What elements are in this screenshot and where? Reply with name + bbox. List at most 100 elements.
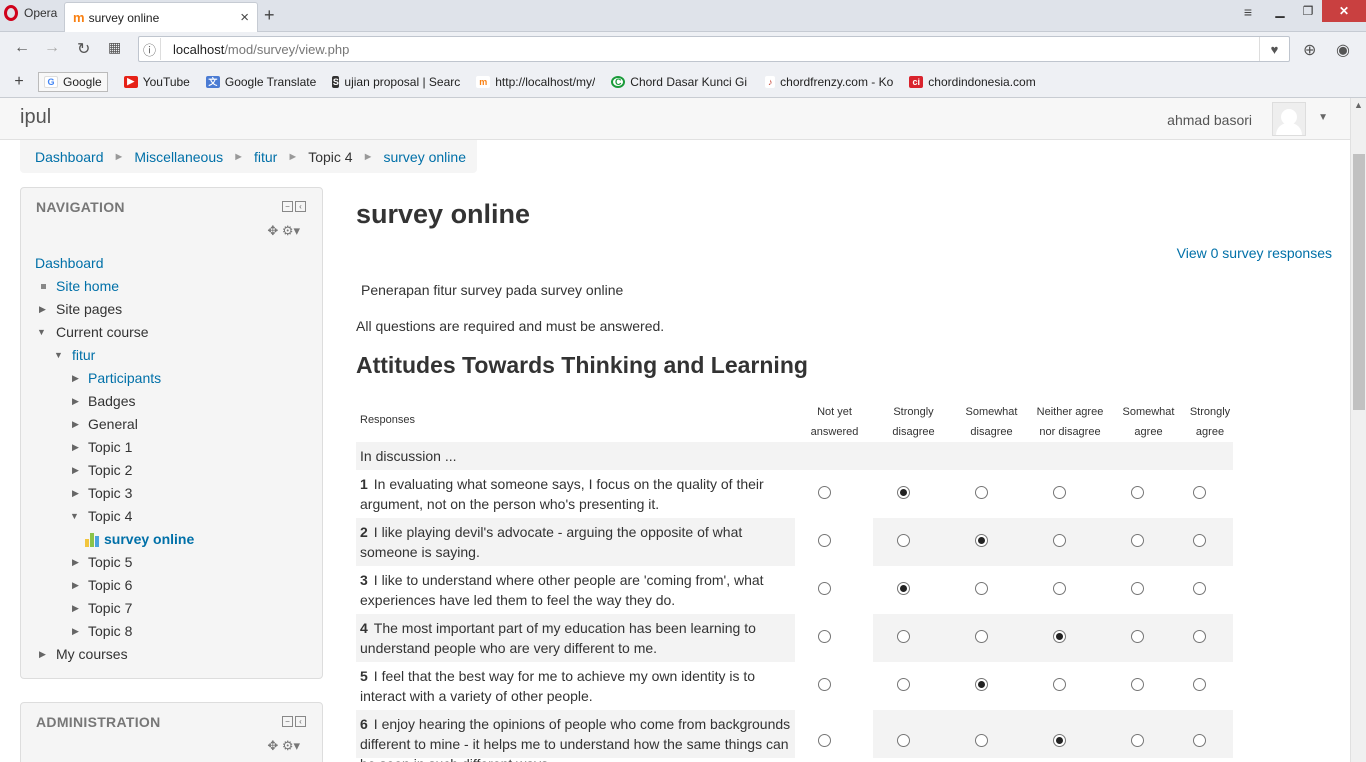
nav-dashboard[interactable]: Dashboard bbox=[35, 252, 194, 275]
tab-close-icon[interactable]: × bbox=[240, 9, 249, 26]
nav-topic-label[interactable]: Topic 6 bbox=[88, 577, 132, 593]
answer-radio[interactable] bbox=[897, 734, 910, 747]
answer-radio[interactable] bbox=[1053, 582, 1066, 595]
page-scrollbar[interactable]: ▲ bbox=[1350, 98, 1366, 762]
forward-arrow-icon[interactable]: → bbox=[44, 39, 60, 57]
answer-radio[interactable] bbox=[818, 630, 831, 643]
expand-arrow-icon[interactable]: ▶ bbox=[72, 574, 79, 597]
answer-radio[interactable] bbox=[1053, 486, 1066, 499]
bookmark-localhost-my[interactable]: m http://localhost/my/ bbox=[476, 75, 595, 89]
answer-radio[interactable] bbox=[975, 630, 988, 643]
dock-icon[interactable]: ‹ bbox=[295, 716, 306, 727]
answer-radio[interactable] bbox=[818, 582, 831, 595]
breadcrumb-miscellaneous[interactable]: Miscellaneous bbox=[134, 149, 223, 165]
answer-radio[interactable] bbox=[897, 630, 910, 643]
nav-survey-online-label[interactable]: survey online bbox=[104, 531, 194, 547]
restore-icon[interactable]: ❐ bbox=[1294, 0, 1322, 22]
url-field[interactable]: ⓘ localhost/mod/survey/view.php ♥ bbox=[138, 36, 1290, 62]
bookmark-google[interactable]: G Google bbox=[38, 71, 108, 92]
answer-radio[interactable] bbox=[1193, 678, 1206, 691]
nav-course-fitur[interactable]: ▼ fitur bbox=[35, 344, 194, 367]
expand-arrow-icon[interactable]: ▶ bbox=[72, 620, 79, 643]
nav-topic-label[interactable]: Topic 4 bbox=[88, 508, 132, 524]
answer-radio[interactable] bbox=[975, 734, 988, 747]
nav-site-home[interactable]: Site home bbox=[35, 275, 194, 298]
nav-topic-label[interactable]: Topic 7 bbox=[88, 600, 132, 616]
new-tab-button[interactable]: + bbox=[264, 5, 275, 26]
speed-dial-icon[interactable]: ▦ bbox=[108, 39, 121, 56]
collapse-arrow-icon[interactable]: ▼ bbox=[70, 505, 79, 528]
nav-site-home-link[interactable]: Site home bbox=[56, 278, 119, 294]
collapse-icon[interactable]: − bbox=[282, 201, 293, 212]
collapse-icon[interactable]: − bbox=[282, 716, 293, 727]
expand-arrow-icon[interactable]: ▶ bbox=[72, 367, 79, 390]
answer-radio[interactable] bbox=[1193, 582, 1206, 595]
bookmark-youtube[interactable]: ▶ YouTube bbox=[123, 75, 190, 89]
account-icon[interactable]: ◉ bbox=[1336, 40, 1350, 60]
answer-radio[interactable] bbox=[975, 582, 988, 595]
nav-participants-link[interactable]: Participants bbox=[88, 370, 161, 386]
nav-my-courses[interactable]: ▶ My courses bbox=[35, 643, 194, 666]
answer-radio[interactable] bbox=[897, 486, 910, 499]
move-and-settings-icon[interactable]: ✥ ⚙▾ bbox=[267, 738, 300, 754]
nav-current-course[interactable]: ▼ Current course bbox=[35, 321, 194, 344]
back-arrow-icon[interactable]: ← bbox=[14, 39, 30, 57]
collapse-arrow-icon[interactable]: ▼ bbox=[54, 344, 63, 367]
scroll-thumb[interactable] bbox=[1353, 154, 1365, 410]
expand-arrow-icon[interactable]: ▶ bbox=[72, 436, 79, 459]
breadcrumb-survey-online[interactable]: survey online bbox=[383, 149, 466, 165]
nav-topic-2[interactable]: ▶ Topic 2 bbox=[35, 459, 194, 482]
answer-radio[interactable] bbox=[975, 486, 988, 499]
site-brand[interactable]: ipul bbox=[20, 106, 51, 129]
nav-my-courses-label[interactable]: My courses bbox=[56, 646, 128, 662]
nav-course-link[interactable]: fitur bbox=[72, 347, 95, 363]
answer-radio[interactable] bbox=[1131, 534, 1144, 547]
answer-radio[interactable] bbox=[975, 534, 988, 547]
answer-radio[interactable] bbox=[1193, 486, 1206, 499]
expand-arrow-icon[interactable]: ▶ bbox=[39, 643, 46, 666]
answer-radio[interactable] bbox=[1193, 534, 1206, 547]
avatar[interactable] bbox=[1272, 102, 1306, 136]
expand-arrow-icon[interactable]: ▶ bbox=[72, 390, 79, 413]
bookmark-ujian-proposal[interactable]: S ujian proposal | Searc bbox=[332, 75, 460, 89]
nav-topic-label[interactable]: Topic 3 bbox=[88, 485, 132, 501]
bookmark-google-translate[interactable]: 文 Google Translate bbox=[205, 75, 316, 89]
answer-radio[interactable] bbox=[1131, 630, 1144, 643]
move-and-settings-icon[interactable]: ✥ ⚙▾ bbox=[267, 223, 300, 239]
scroll-up-icon[interactable]: ▲ bbox=[1354, 100, 1363, 110]
answer-radio[interactable] bbox=[1053, 734, 1066, 747]
nav-topic-5[interactable]: ▶ Topic 5 bbox=[35, 551, 194, 574]
expand-arrow-icon[interactable]: ▶ bbox=[39, 298, 46, 321]
user-menu-caret-icon[interactable]: ▼ bbox=[1318, 112, 1328, 123]
expand-arrow-icon[interactable]: ▶ bbox=[72, 551, 79, 574]
nav-topic-6[interactable]: ▶ Topic 6 bbox=[35, 574, 194, 597]
minimize-icon[interactable]: ▁ bbox=[1266, 0, 1294, 22]
answer-radio[interactable] bbox=[818, 678, 831, 691]
breadcrumb-dashboard[interactable]: Dashboard bbox=[35, 149, 104, 165]
answer-radio[interactable] bbox=[1053, 678, 1066, 691]
nav-participants[interactable]: ▶ Participants bbox=[35, 367, 194, 390]
answer-radio[interactable] bbox=[1131, 734, 1144, 747]
browser-tab-survey[interactable]: m survey online × bbox=[64, 2, 258, 32]
window-close-icon[interactable]: ✕ bbox=[1322, 0, 1366, 22]
site-info-icon[interactable]: ⓘ bbox=[139, 38, 161, 60]
bookmark-chordindonesia[interactable]: ci chordindonesia.com bbox=[909, 75, 1036, 89]
nav-badges[interactable]: ▶ Badges bbox=[35, 390, 194, 413]
nav-general[interactable]: ▶ General bbox=[35, 413, 194, 436]
answer-radio[interactable] bbox=[1131, 678, 1144, 691]
answer-radio[interactable] bbox=[1053, 630, 1066, 643]
opera-menu-button[interactable]: Opera bbox=[0, 0, 63, 26]
answer-radio[interactable] bbox=[1053, 534, 1066, 547]
downloads-icon[interactable]: ⊕ bbox=[1303, 40, 1316, 60]
answer-radio[interactable] bbox=[975, 678, 988, 691]
user-name[interactable]: ahmad basori bbox=[1167, 112, 1252, 128]
nav-site-pages[interactable]: ▶ Site pages bbox=[35, 298, 194, 321]
nav-topic-7[interactable]: ▶ Topic 7 bbox=[35, 597, 194, 620]
expand-arrow-icon[interactable]: ▶ bbox=[72, 597, 79, 620]
expand-arrow-icon[interactable]: ▶ bbox=[72, 413, 79, 436]
answer-radio[interactable] bbox=[818, 486, 831, 499]
nav-topic-label[interactable]: Topic 5 bbox=[88, 554, 132, 570]
bookmark-chordfrenzy[interactable]: ♪ chordfrenzy.com - Ko bbox=[765, 75, 893, 89]
reload-icon[interactable]: ↻ bbox=[77, 39, 90, 59]
add-bookmark-button[interactable]: + bbox=[0, 73, 38, 91]
